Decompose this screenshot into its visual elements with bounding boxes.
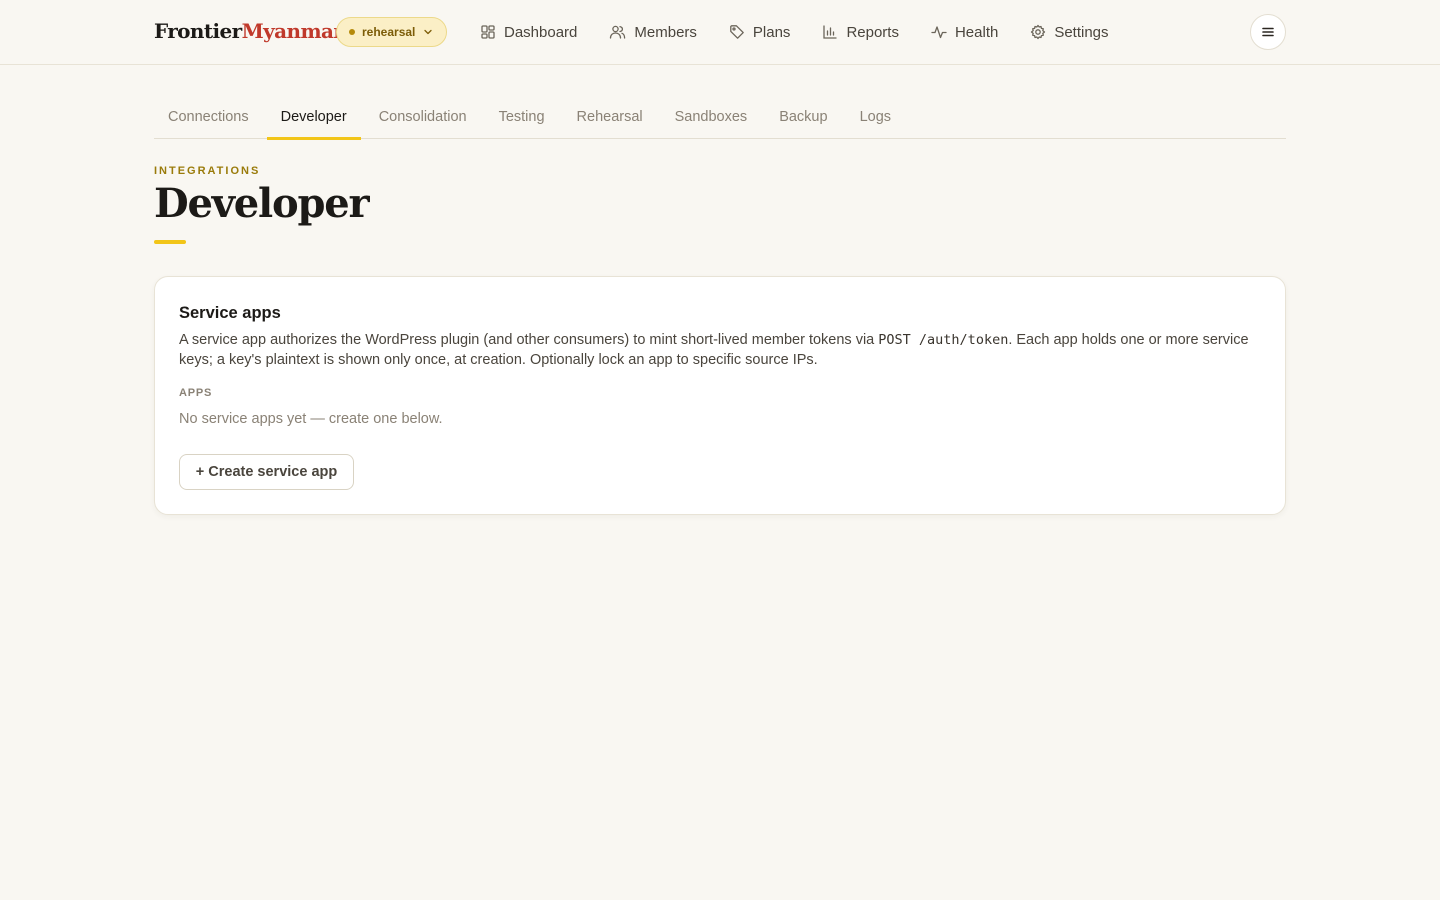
environment-selector[interactable]: rehearsal xyxy=(336,17,447,47)
card-description: A service app authorizes the WordPress p… xyxy=(179,330,1259,370)
card-title: Service apps xyxy=(179,304,281,322)
nav-reports[interactable]: Reports xyxy=(822,20,899,44)
activity-icon xyxy=(931,26,947,39)
nav-reports-label: Reports xyxy=(846,23,899,41)
tab-connections[interactable]: Connections xyxy=(154,99,263,139)
nav-health-label: Health xyxy=(954,23,999,41)
card-description-text-1: A service app authorizes the WordPress p… xyxy=(179,332,879,348)
bar-chart-icon xyxy=(823,25,838,39)
nav-settings-label: Settings xyxy=(1054,23,1109,41)
tab-logs[interactable]: Logs xyxy=(846,99,905,139)
page-eyebrow: INTEGRATIONS xyxy=(154,165,261,177)
nav-members-label: Members xyxy=(634,23,697,41)
apps-empty-state: No service apps yet — create one below. xyxy=(179,411,443,427)
users-icon xyxy=(610,25,626,39)
page-title: Developer xyxy=(154,180,370,227)
apps-section-label: APPS xyxy=(179,387,213,399)
nav-members[interactable]: Members xyxy=(609,20,697,44)
nav-plans[interactable]: Plans xyxy=(729,20,791,44)
tab-sandboxes[interactable]: Sandboxes xyxy=(661,99,762,139)
menu-button[interactable] xyxy=(1250,14,1286,50)
tab-backup[interactable]: Backup xyxy=(765,99,841,139)
nav-settings[interactable]: Settings xyxy=(1030,20,1109,44)
tag-icon xyxy=(730,25,744,39)
tab-developer[interactable]: Developer xyxy=(266,99,361,140)
top-bar: FrontierMyanmar rehearsal Dashboard Memb… xyxy=(0,0,1440,65)
title-underline xyxy=(154,240,186,244)
nav-dashboard[interactable]: Dashboard xyxy=(480,20,577,44)
logo-part-2: Myanmar xyxy=(241,19,344,43)
integrations-subtabs: Connections Developer Consolidation Test… xyxy=(154,99,1286,140)
auth-endpoint-code: POST /auth/token xyxy=(878,332,1009,348)
create-service-app-button[interactable]: + Create service app xyxy=(179,454,354,490)
gear-icon xyxy=(1031,24,1046,40)
tab-rehearsal[interactable]: Rehearsal xyxy=(563,99,657,139)
logo-part-1: Frontier xyxy=(154,19,242,43)
nav-health[interactable]: Health xyxy=(931,20,998,44)
main-nav: Dashboard Members Plans Reports Health S… xyxy=(480,20,1141,44)
dashboard-icon xyxy=(481,25,495,39)
service-apps-card: Service apps A service app authorizes th… xyxy=(154,276,1286,515)
nav-plans-label: Plans xyxy=(752,23,791,41)
chevron-down-icon xyxy=(423,27,433,37)
tab-testing[interactable]: Testing xyxy=(485,99,559,139)
nav-dashboard-label: Dashboard xyxy=(504,23,578,41)
environment-label: rehearsal xyxy=(362,25,416,39)
logo[interactable]: FrontierMyanmar xyxy=(154,19,344,43)
environment-status-dot xyxy=(349,29,355,35)
tab-consolidation[interactable]: Consolidation xyxy=(365,99,481,139)
hamburger-menu-icon xyxy=(1262,27,1274,37)
